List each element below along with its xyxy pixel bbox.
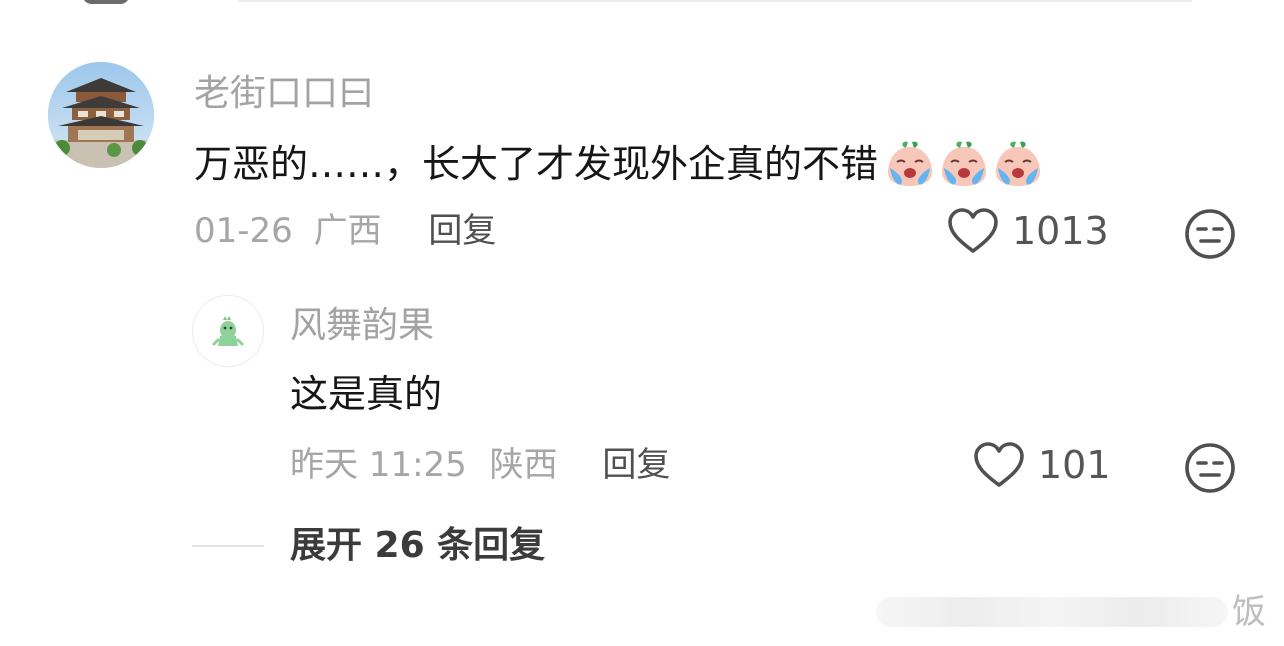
watermark: 饭	[876, 592, 1266, 634]
like-button[interactable]: 101	[972, 440, 1111, 490]
like-button[interactable]: 1013	[946, 206, 1109, 256]
reply-location: 陕西	[489, 445, 558, 485]
like-count: 101	[1038, 443, 1111, 487]
avatar[interactable]	[192, 295, 264, 367]
reply-date: 昨天 11:25	[290, 445, 467, 485]
crying-peach-emoji-icon	[942, 141, 987, 186]
crying-peach-emoji-icon	[996, 141, 1041, 186]
comment-location: 广西	[313, 211, 382, 251]
green-creature-avatar-icon	[212, 316, 244, 346]
comment-meta: 01-26 广西 回复	[194, 208, 496, 254]
reply-button[interactable]: 回复	[428, 211, 496, 251]
like-count: 1013	[1012, 209, 1109, 253]
heart-icon	[948, 208, 998, 253]
blurred-watermark-text	[876, 597, 1228, 627]
comment-text: 万恶的……，长大了才发现外企真的不错	[194, 138, 1044, 190]
meh-face-icon[interactable]	[1184, 208, 1236, 260]
watermark-text: 饭	[1232, 592, 1266, 632]
top-divider	[238, 0, 1192, 2]
comment-username[interactable]: 老街口口曰	[194, 72, 374, 116]
expand-replies-button[interactable]: 展开 26 条回复	[290, 524, 545, 568]
avatar-image	[48, 62, 154, 168]
avatar[interactable]	[48, 62, 154, 168]
previous-content-fragment	[82, 0, 130, 4]
meh-face-icon[interactable]	[1184, 442, 1236, 494]
heart-icon	[974, 442, 1024, 487]
comment-date: 01-26	[194, 211, 293, 251]
reply-username[interactable]: 风舞韵果	[290, 304, 434, 348]
comment-text-content: 万恶的……，长大了才发现外企真的不错	[194, 142, 879, 186]
reply-meta: 昨天 11:25 陕西 回复	[290, 442, 670, 488]
reply-button[interactable]: 回复	[602, 445, 670, 485]
crying-peach-emoji-icon	[888, 141, 933, 186]
reply-text: 这是真的	[290, 372, 443, 416]
expand-divider	[192, 545, 264, 547]
emoji-row	[882, 138, 1044, 190]
